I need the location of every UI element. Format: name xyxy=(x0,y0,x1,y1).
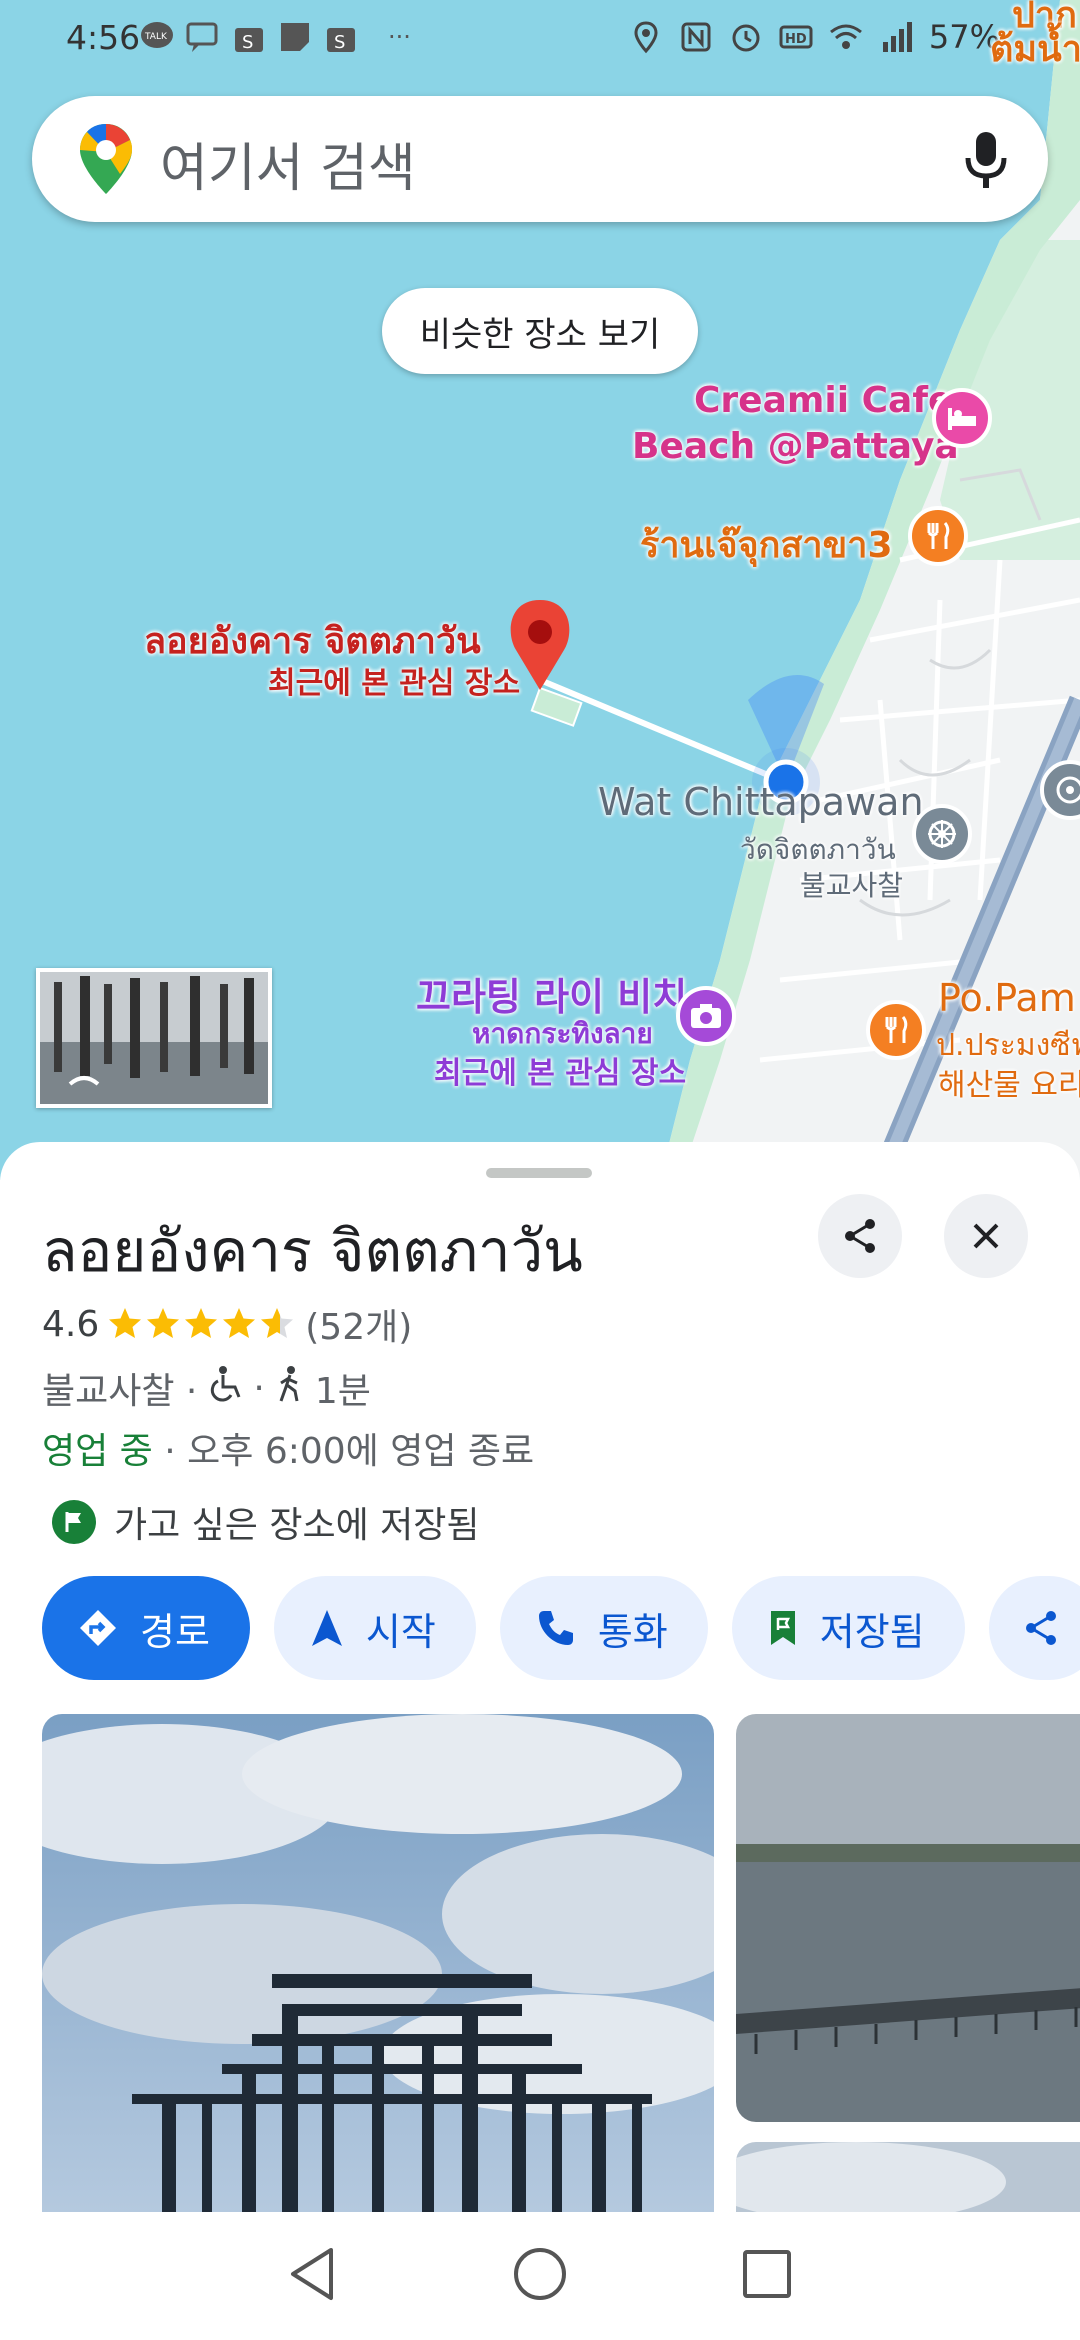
alarm-icon xyxy=(729,20,763,54)
map-label-top-right-2[interactable]: ต้มน้ำ xyxy=(990,20,1080,77)
place-photo-2[interactable] xyxy=(736,1714,1080,2122)
saved-bookmark-icon xyxy=(770,1611,795,1645)
navigation-arrow-icon xyxy=(311,1610,342,1646)
signal-icon xyxy=(879,20,913,54)
map-label-wat-ko[interactable]: 불교사찰 xyxy=(800,864,903,904)
wheelchair-icon xyxy=(207,1365,243,1412)
flag-icon xyxy=(52,1500,96,1544)
share-icon-2 xyxy=(1025,1611,1056,1645)
rating-row[interactable]: 4.6 (52개) xyxy=(42,1298,412,1350)
street-view-thumbnail[interactable] xyxy=(36,968,272,1108)
walk-time: 1분 xyxy=(314,1371,371,1412)
category-row: 불교사찰 · · 1분 xyxy=(42,1362,371,1414)
map-label-creamii-cafe[interactable]: Creamii Cafe xyxy=(694,380,952,421)
status-notification-icons: TALK S S ··· xyxy=(140,20,411,54)
review-count[interactable]: (52개) xyxy=(305,1298,412,1350)
walk-icon xyxy=(275,1365,305,1412)
wifi-icon xyxy=(829,20,863,54)
directions-button[interactable]: 경로 xyxy=(42,1576,250,1680)
map-label-ran-jae[interactable]: ร้านเจ๊จุกสาขา3 xyxy=(640,516,893,573)
svg-text:S: S xyxy=(334,32,345,53)
note-icon xyxy=(278,20,312,54)
temple-pin-icon[interactable] xyxy=(912,804,972,864)
map-label-popam-ko[interactable]: 해산물 요리 xyxy=(938,1060,1080,1104)
map-label-creamii-cafe-2[interactable]: Beach @Pattaya xyxy=(632,426,959,467)
search-bar[interactable]: 여기서 검색 xyxy=(32,96,1048,222)
share-button[interactable] xyxy=(818,1194,902,1278)
hotel-pin-icon[interactable] xyxy=(932,388,992,448)
svg-text:S: S xyxy=(242,32,253,53)
share-action-button[interactable] xyxy=(988,1576,1080,1680)
shopping-bag-icon: S xyxy=(232,20,266,54)
mic-icon[interactable] xyxy=(964,130,1008,190)
back-icon[interactable] xyxy=(287,2246,339,2306)
svg-text:HD: HD xyxy=(785,32,807,47)
search-input[interactable]: 여기서 검색 xyxy=(160,126,416,201)
message-icon xyxy=(186,20,220,54)
saved-list-row[interactable]: 가고 싶은 장소에 저장됨 xyxy=(52,1496,480,1548)
open-status: 영업 중 xyxy=(42,1431,153,1472)
rating-value: 4.6 xyxy=(42,1303,100,1345)
camera-pin-icon[interactable] xyxy=(676,986,736,1046)
place-photo-3[interactable] xyxy=(736,2142,1080,2212)
saved-label: 저장됨 xyxy=(819,1609,925,1654)
location-icon xyxy=(629,20,663,54)
recents-icon[interactable] xyxy=(741,2248,793,2304)
rating-stars xyxy=(107,1304,297,1344)
nfc-icon xyxy=(679,20,713,54)
system-navigation-bar xyxy=(0,2212,1080,2340)
close-icon xyxy=(973,1223,999,1249)
phone-icon xyxy=(538,1611,573,1645)
status-system-icons: HD 57% xyxy=(629,18,1000,56)
directions-icon xyxy=(80,1610,116,1646)
shopping-bag-icon-2: S xyxy=(324,20,358,54)
place-title: ลอยอังคาร จิตตภาวัน xyxy=(42,1217,583,1285)
start-label: 시작 xyxy=(365,1609,436,1654)
start-button[interactable]: 시작 xyxy=(273,1576,476,1680)
call-label: 통화 xyxy=(597,1609,668,1654)
status-time: 4:56 xyxy=(66,18,141,57)
map-label-wat-chittapawan[interactable]: Wat Chittapawan xyxy=(598,780,924,824)
place-category: 불교사찰 · xyxy=(42,1371,198,1412)
restaurant-pin-icon[interactable] xyxy=(908,506,968,566)
google-maps-logo-icon xyxy=(76,122,136,196)
place-photo-main[interactable] xyxy=(42,1714,714,2212)
saved-button[interactable]: 저장됨 xyxy=(731,1576,965,1680)
map-label-kratin-subtitle[interactable]: 최근에 본 관심 장소 xyxy=(434,1048,686,1092)
home-icon[interactable] xyxy=(512,2246,568,2306)
more-notifications-icon: ··· xyxy=(388,23,411,51)
place-details-sheet[interactable]: ลอยอังคาร จิตตภาวัน 4.6 (52개) 불교사찰 · · 1… xyxy=(0,1142,1080,2212)
saved-list-label: 가고 싶은 장소에 저장됨 xyxy=(114,1505,480,1546)
status-bar: 4:56 TALK S S ··· HD 57% xyxy=(0,0,1080,80)
hours-row[interactable]: 영업 중 · 오후 6:00에 영업 종료 xyxy=(42,1422,534,1474)
closing-time: · 오후 6:00에 영업 종료 xyxy=(152,1431,535,1472)
kakaotalk-icon: TALK xyxy=(140,20,174,54)
directions-label: 경로 xyxy=(140,1609,210,1654)
action-buttons-row: 경로 시작 통화 저장됨 xyxy=(42,1576,1080,1680)
call-button[interactable]: 통화 xyxy=(499,1576,708,1680)
svg-text:TALK: TALK xyxy=(144,32,168,42)
hd-icon: HD xyxy=(779,20,813,54)
star-icons xyxy=(109,1308,294,1338)
map-view[interactable]: 4:56 TALK S S ··· HD 57% ปาก ต้มน้ำ 여기서 … xyxy=(0,0,1080,1180)
close-button[interactable] xyxy=(944,1194,1028,1278)
sheet-drag-handle[interactable] xyxy=(486,1168,592,1178)
similar-places-chip[interactable]: 비슷한 장소 보기 xyxy=(382,288,698,374)
restaurant-pin-icon-2[interactable] xyxy=(866,1000,926,1060)
map-label-popam[interactable]: Po.Pam xyxy=(938,976,1076,1020)
map-label-selected-subtitle[interactable]: 최근에 본 관심 장소 xyxy=(268,658,520,702)
separator-dot: · xyxy=(253,1367,265,1409)
share-icon xyxy=(845,1219,875,1253)
